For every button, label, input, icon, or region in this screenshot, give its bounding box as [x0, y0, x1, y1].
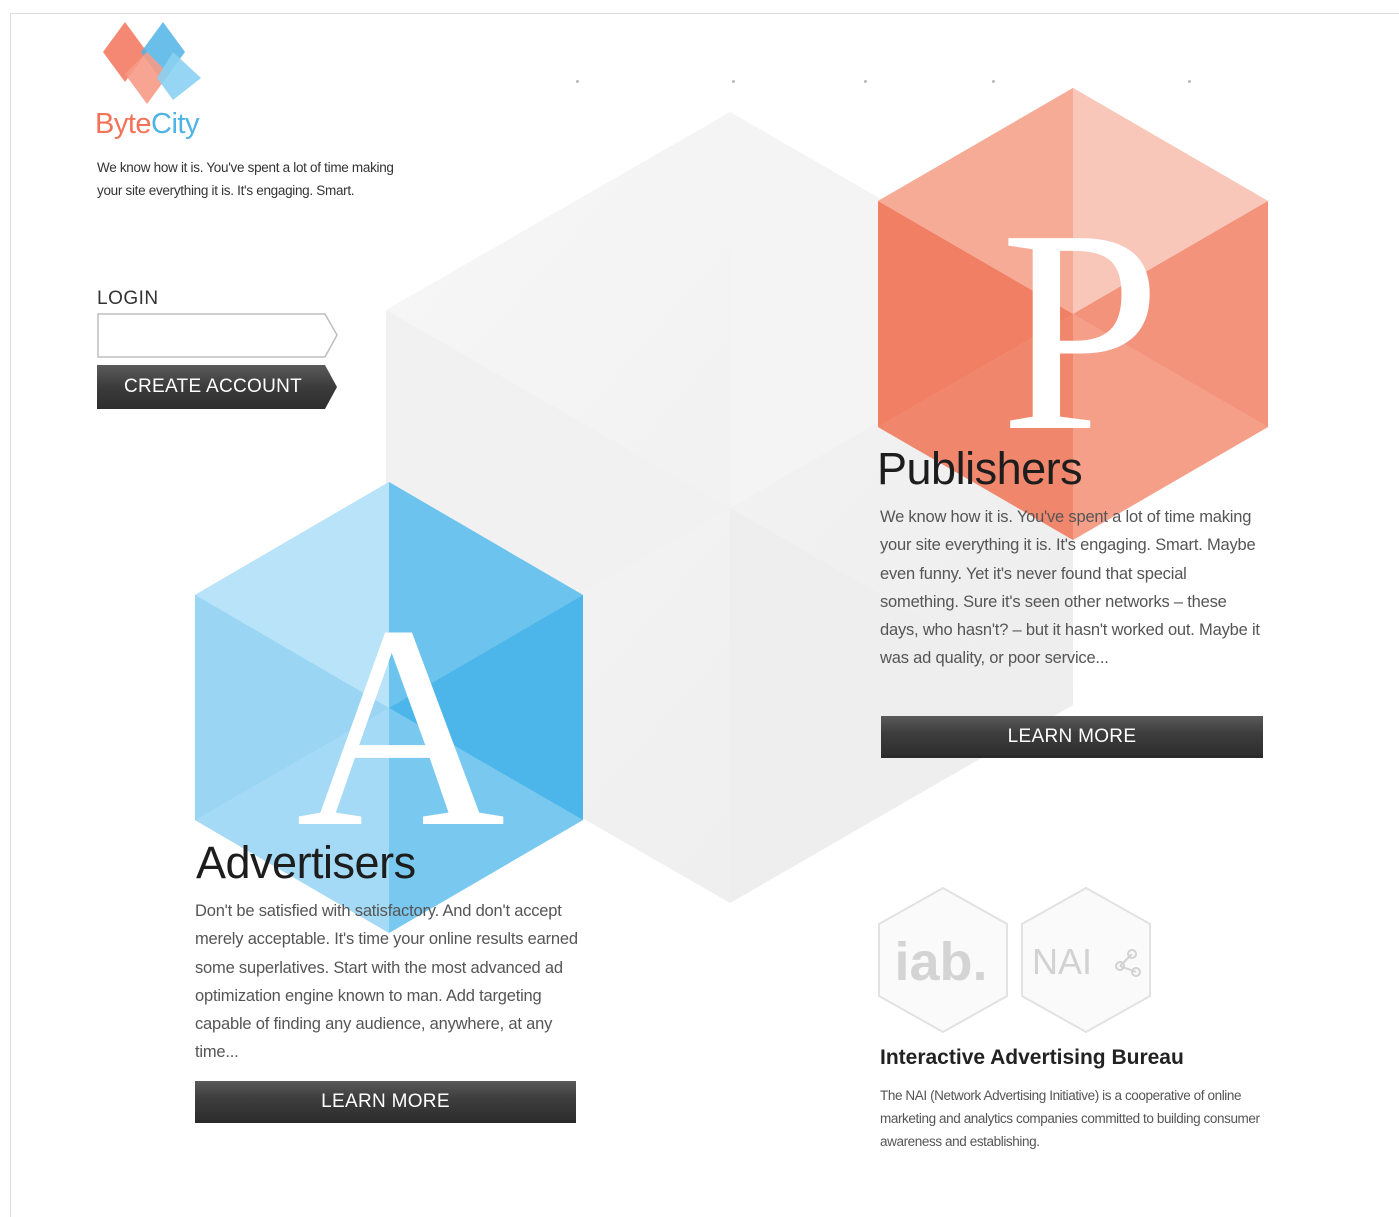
- iab-section-description: The NAI (Network Advertising Initiative)…: [880, 1088, 1260, 1149]
- create-account-button[interactable]: CREATE ACCOUNT: [97, 365, 339, 409]
- publishers-learn-more-button[interactable]: LEARN MORE: [881, 716, 1263, 758]
- nav-dot-3[interactable]: [864, 80, 867, 83]
- nav-dot-1[interactable]: [576, 80, 579, 83]
- brand-name[interactable]: ByteCity: [95, 108, 199, 141]
- nai-badge-text: NAI: [1032, 941, 1092, 982]
- iab-section-title: Interactive Advertising Bureau: [880, 1046, 1184, 1069]
- advertisers-description: Don't be satisfied with satisfactory. An…: [195, 902, 578, 1062]
- nav-dot-4[interactable]: [992, 80, 995, 83]
- brand-name-part-byte: Byte: [95, 108, 152, 140]
- login-label: LOGIN: [97, 288, 159, 309]
- login-field[interactable]: [97, 313, 339, 358]
- advertisers-learn-more-button[interactable]: LEARN MORE: [195, 1081, 576, 1123]
- create-account-label: CREATE ACCOUNT: [123, 376, 303, 397]
- nav-dot-5[interactable]: [1188, 80, 1191, 83]
- publishers-letter: P: [1000, 170, 1162, 491]
- diamond-logo-icon: [103, 22, 201, 104]
- advertisers-letter: A: [296, 566, 506, 887]
- nav-dot-2[interactable]: [732, 80, 735, 83]
- advertisers-title: Advertisers: [196, 837, 416, 888]
- brand-tagline: We know how it is. You've spent a lot of…: [97, 160, 394, 198]
- iab-badge-text: iab.: [894, 932, 987, 992]
- nai-hexagon-badge-icon[interactable]: NAI: [1020, 886, 1152, 1034]
- publishers-title: Publishers: [877, 443, 1083, 494]
- login-input[interactable]: [101, 319, 315, 351]
- publishers-description: We know how it is. You've spent a lot of…: [880, 508, 1260, 668]
- brand-name-part-city: City: [151, 108, 199, 140]
- iab-hexagon-badge-icon[interactable]: iab.: [877, 886, 1009, 1034]
